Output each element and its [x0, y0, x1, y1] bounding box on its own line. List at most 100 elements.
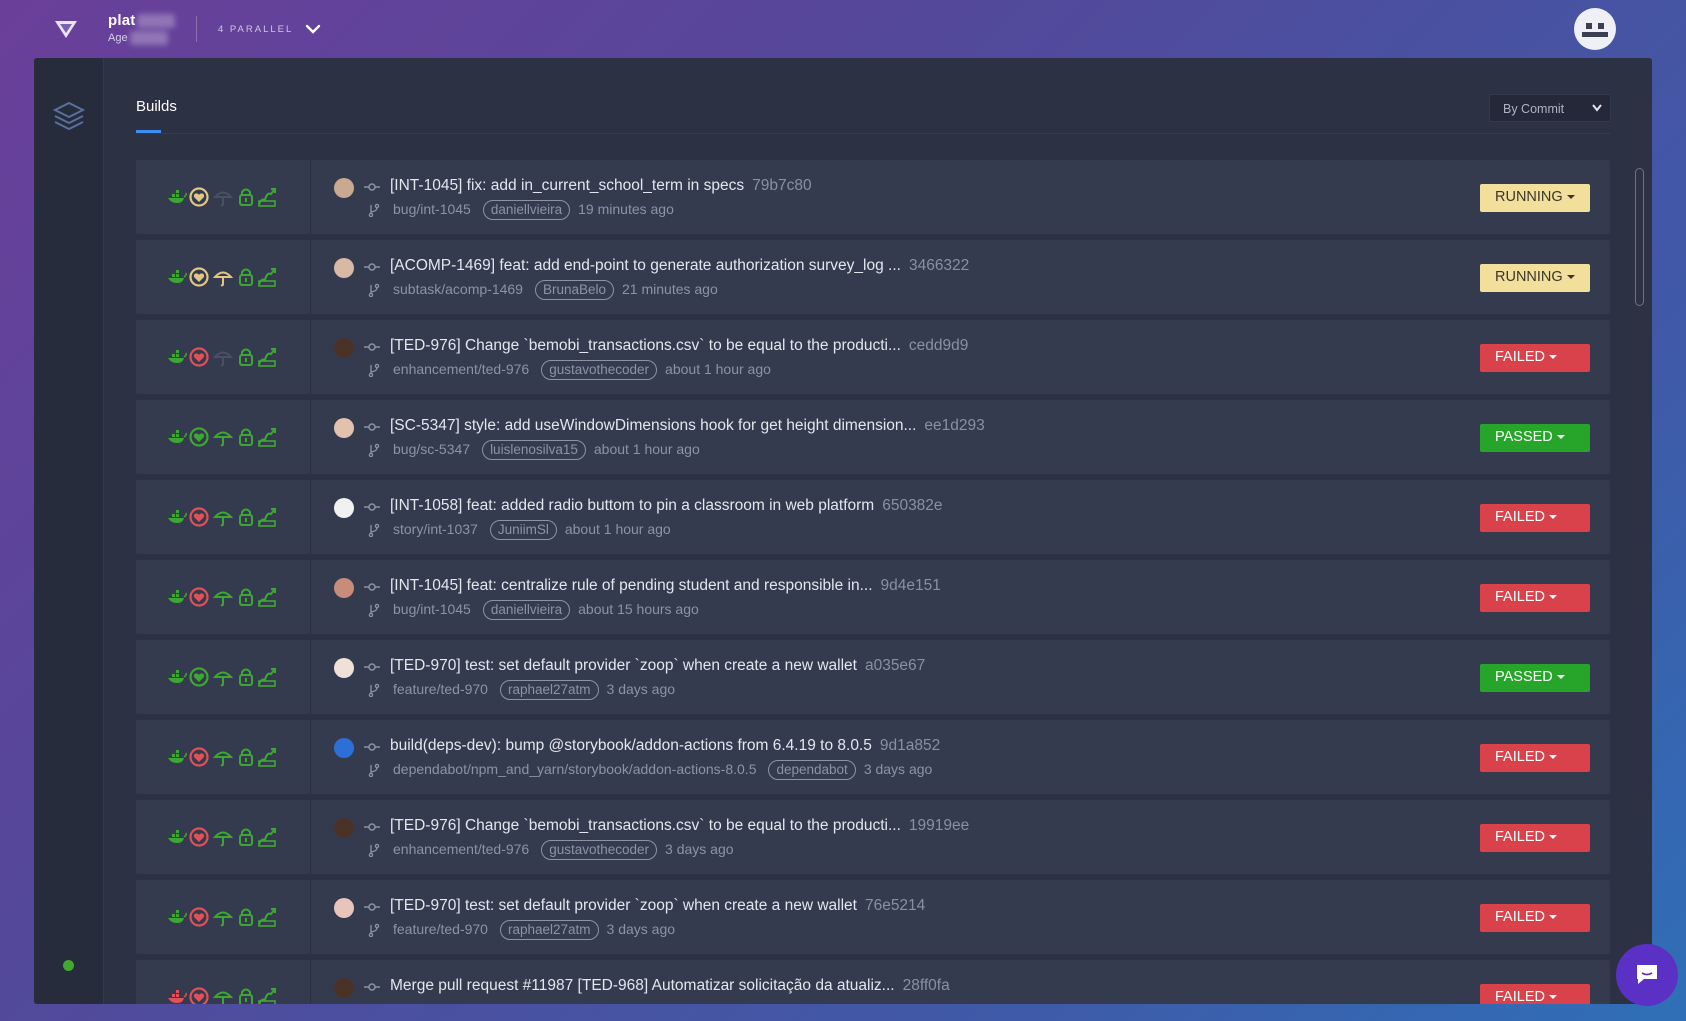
author-tag[interactable]: daniellvieira [482, 600, 571, 620]
build-row[interactable]: build(deps-dev): bump @storybook/addon-a… [136, 720, 1610, 794]
commit-title[interactable]: [INT-1045] feat: centralize rule of pend… [390, 577, 941, 595]
security-icon[interactable] [188, 826, 210, 848]
deploy-icon[interactable] [256, 506, 278, 528]
deploy-icon[interactable] [256, 186, 278, 208]
deploy-icon[interactable] [256, 826, 278, 848]
commit-sha[interactable]: 19919ee [909, 817, 969, 834]
coverage-icon[interactable] [212, 186, 234, 208]
commit-title[interactable]: [TED-970] test: set default provider `zo… [390, 897, 925, 915]
branch-name[interactable]: enhancement/ted-976 [393, 841, 529, 857]
build-row[interactable]: [SC-5347] style: add useWindowDimensions… [136, 400, 1610, 474]
author-tag[interactable]: BrunaBelo [534, 280, 615, 300]
status-badge[interactable]: PASSED [1480, 664, 1590, 692]
coverage-icon[interactable] [212, 826, 234, 848]
security-icon[interactable] [188, 266, 210, 288]
lock-icon[interactable] [235, 266, 257, 288]
build-row[interactable]: Merge pull request #11987 [TED-968] Auto… [136, 960, 1610, 1004]
docker-icon[interactable] [166, 826, 188, 848]
docker-icon[interactable] [166, 986, 188, 1004]
deploy-icon[interactable] [256, 746, 278, 768]
coverage-icon[interactable] [212, 346, 234, 368]
author-tag[interactable]: dependabot [768, 760, 856, 780]
build-row[interactable]: [INT-1045] fix: add in_current_school_te… [136, 160, 1610, 234]
app-logo-icon[interactable] [54, 18, 78, 40]
author-avatar[interactable] [334, 898, 354, 918]
status-badge[interactable]: FAILED [1480, 904, 1590, 932]
author-avatar[interactable] [334, 258, 354, 278]
status-badge[interactable]: FAILED [1480, 344, 1590, 372]
commit-title[interactable]: [ACOMP-1469] feat: add end-point to gene… [390, 257, 969, 275]
docker-icon[interactable] [166, 746, 188, 768]
docker-icon[interactable] [166, 666, 188, 688]
deploy-icon[interactable] [256, 586, 278, 608]
author-avatar[interactable] [334, 978, 354, 998]
build-row[interactable]: [INT-1045] feat: centralize rule of pend… [136, 560, 1610, 634]
coverage-icon[interactable] [212, 666, 234, 688]
author-avatar[interactable] [334, 738, 354, 758]
build-row[interactable]: [INT-1058] feat: added radio buttom to p… [136, 480, 1610, 554]
project-switcher[interactable]: plat Age [108, 12, 176, 45]
docker-icon[interactable] [166, 506, 188, 528]
commit-sha[interactable]: a035e67 [865, 657, 925, 674]
lock-icon[interactable] [235, 186, 257, 208]
build-row[interactable]: [TED-976] Change `bemobi_transactions.cs… [136, 320, 1610, 394]
branch-name[interactable]: story/int-1037 [393, 521, 478, 537]
commit-sha[interactable]: 3466322 [909, 257, 969, 274]
docker-icon[interactable] [166, 186, 188, 208]
author-avatar[interactable] [334, 418, 354, 438]
lock-icon[interactable] [235, 426, 257, 448]
build-row[interactable]: [TED-970] test: set default provider `zo… [136, 880, 1610, 954]
lock-icon[interactable] [235, 906, 257, 928]
security-icon[interactable] [188, 666, 210, 688]
deploy-icon[interactable] [256, 666, 278, 688]
commit-sha[interactable]: ee1d293 [924, 417, 984, 434]
author-tag[interactable]: luislenosilva15 [482, 440, 586, 460]
status-badge[interactable]: RUNNING [1480, 264, 1590, 292]
coverage-icon[interactable] [212, 746, 234, 768]
docker-icon[interactable] [166, 346, 188, 368]
commit-sha[interactable]: 9d4e151 [881, 577, 941, 594]
coverage-icon[interactable] [212, 266, 234, 288]
commit-sha[interactable]: cedd9d9 [909, 337, 968, 354]
tab-builds[interactable]: Builds [136, 98, 177, 115]
docker-icon[interactable] [166, 906, 188, 928]
status-badge[interactable]: FAILED [1480, 984, 1590, 1004]
lock-icon[interactable] [235, 586, 257, 608]
docker-icon[interactable] [166, 266, 188, 288]
author-avatar[interactable] [334, 338, 354, 358]
security-icon[interactable] [188, 186, 210, 208]
branch-name[interactable]: bug/int-1045 [393, 201, 471, 217]
branch-name[interactable]: feature/ted-970 [393, 921, 488, 937]
author-avatar[interactable] [334, 578, 354, 598]
branch-name[interactable]: feature/ted-970 [393, 681, 488, 697]
lock-icon[interactable] [235, 666, 257, 688]
deploy-icon[interactable] [256, 986, 278, 1004]
scrollbar[interactable] [1635, 168, 1644, 306]
security-icon[interactable] [188, 586, 210, 608]
commit-sha[interactable]: 79b7c80 [752, 177, 811, 194]
deploy-icon[interactable] [256, 906, 278, 928]
layers-icon[interactable] [52, 100, 86, 134]
chat-button[interactable] [1616, 944, 1678, 1006]
commit-title[interactable]: [INT-1058] feat: added radio buttom to p… [390, 497, 943, 515]
commit-title[interactable]: build(deps-dev): bump @storybook/addon-a… [390, 737, 940, 755]
branch-name[interactable]: subtask/acomp-1469 [393, 281, 523, 297]
status-badge[interactable]: FAILED [1480, 824, 1590, 852]
deploy-icon[interactable] [256, 426, 278, 448]
status-badge[interactable]: FAILED [1480, 744, 1590, 772]
user-avatar[interactable] [1574, 8, 1616, 50]
status-badge[interactable]: RUNNING [1480, 184, 1590, 212]
coverage-icon[interactable] [212, 426, 234, 448]
commit-title[interactable]: [INT-1045] fix: add in_current_school_te… [390, 177, 812, 195]
security-icon[interactable] [188, 746, 210, 768]
commit-title[interactable]: [SC-5347] style: add useWindowDimensions… [390, 417, 985, 435]
author-avatar[interactable] [334, 498, 354, 518]
deploy-icon[interactable] [256, 346, 278, 368]
author-tag[interactable]: daniellvieira [482, 200, 571, 220]
status-badge[interactable]: FAILED [1480, 504, 1590, 532]
branch-name[interactable]: enhancement/ted-976 [393, 361, 529, 377]
security-icon[interactable] [188, 906, 210, 928]
build-row[interactable]: [ACOMP-1469] feat: add end-point to gene… [136, 240, 1610, 314]
commit-sha[interactable]: 76e5214 [865, 897, 925, 914]
author-tag[interactable]: gustavothecoder [541, 840, 658, 860]
